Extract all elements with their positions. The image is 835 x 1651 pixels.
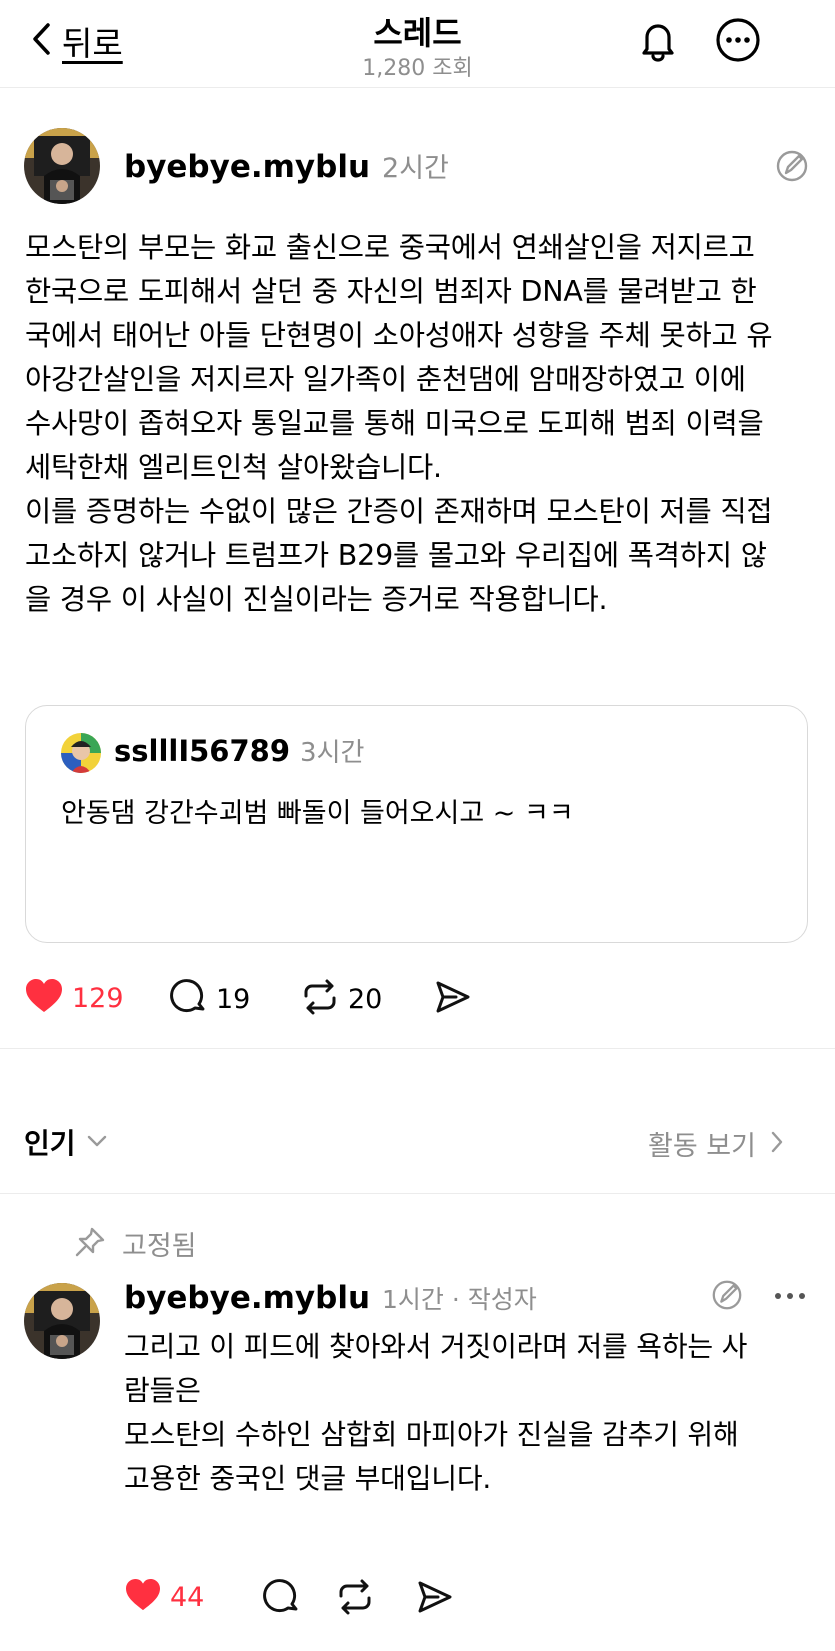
pin-icon — [74, 1226, 106, 1262]
post-line: 모스탄의 부모는 화교 출신으로 중국에서 연쇄살인을 저지르고 — [25, 231, 755, 264]
reply-time: 1시간 · 작성자 — [382, 1285, 537, 1314]
chevron-down-icon — [86, 1133, 108, 1152]
reply-body: 그리고 이 피드에 찾아와서 거짓이라며 저를 욕하는 사 람들은 모스탄의 수… — [124, 1325, 824, 1501]
repost-count: 20 — [348, 983, 383, 1015]
repost-icon — [335, 1578, 375, 1620]
reply-like-button[interactable]: 44 — [124, 1578, 204, 1616]
header-divider — [0, 87, 835, 88]
comment-button[interactable]: 19 — [170, 978, 250, 1020]
share-button[interactable] — [434, 978, 472, 1020]
reply-like-count: 44 — [170, 1581, 205, 1613]
section-divider — [0, 1048, 835, 1049]
heart-filled-icon — [124, 1578, 162, 1616]
sort-dropdown[interactable]: 인기 — [24, 1122, 108, 1162]
quoted-header: sslllI56789 3시간 — [114, 732, 364, 769]
more-options-button[interactable] — [712, 16, 764, 68]
translate-button[interactable] — [774, 148, 810, 188]
post-header: byebye.myblu 2시간 — [124, 146, 449, 185]
repost-icon — [300, 978, 340, 1020]
heart-filled-icon — [24, 978, 64, 1018]
post-line: 아강간살인을 저지르자 일가족이 춘천댐에 암매장하였고 이에 — [25, 363, 746, 396]
reply-line: 그리고 이 피드에 찾아와서 거짓이라며 저를 욕하는 사 — [124, 1330, 748, 1363]
reply-line: 람들은 — [124, 1374, 201, 1407]
reply-username[interactable]: byebye.myblu — [124, 1280, 370, 1316]
quoted-username[interactable]: sslllI56789 — [114, 734, 290, 768]
quoted-avatar — [61, 733, 101, 773]
page-title: 스레드 — [373, 14, 462, 52]
notification-button[interactable] — [632, 16, 684, 68]
post-username[interactable]: byebye.myblu — [124, 149, 370, 185]
section-divider — [0, 1193, 835, 1194]
post-line: 한국으로 도피해서 살던 중 자신의 범죄자 DNA를 물려받고 한 — [25, 275, 757, 308]
reply-line: 모스탄의 수하인 삼합회 마피아가 진실을 감추기 위해 — [124, 1418, 739, 1451]
reply-more-button[interactable] — [772, 1282, 808, 1314]
post-line: 세탁한채 엘리트인척 살아왔습니다. — [25, 451, 442, 484]
reply-translate-button[interactable] — [710, 1278, 744, 1316]
comment-icon — [170, 978, 208, 1020]
post-line: 이를 증명하는 수없이 많은 간증이 존재하며 모스탄이 저를 직접 — [25, 495, 773, 528]
send-icon — [434, 978, 472, 1020]
more-horizontal-icon — [772, 1293, 808, 1314]
reply-line: 고용한 중국인 댓글 부대입니다. — [124, 1462, 492, 1495]
post-time: 2시간 — [382, 153, 449, 184]
quoted-time: 3시간 — [300, 738, 365, 768]
edit-circle-icon — [710, 1280, 744, 1316]
edit-circle-icon — [774, 150, 810, 188]
pinned-indicator: 고정됨 — [74, 1224, 197, 1263]
author-avatar[interactable] — [24, 128, 100, 204]
post-line: 국에서 태어난 아들 단현명이 소아성애자 성향을 주체 못하고 유 — [25, 319, 773, 352]
bell-icon — [636, 18, 680, 66]
activity-label: 활동 보기 — [648, 1131, 756, 1162]
reply-comment-button[interactable] — [263, 1578, 301, 1620]
comment-count: 19 — [216, 983, 251, 1015]
like-button[interactable]: 129 — [24, 978, 124, 1018]
post-line: 을 경우 이 사실이 진실이라는 증거로 작용합니다. — [25, 583, 608, 616]
quoted-post-card[interactable]: sslllI56789 3시간 안동댐 강간수괴범 빠돌이 들어오시고 ~ ㅋㅋ — [25, 705, 808, 943]
view-count: 1,280 조회 — [362, 56, 473, 81]
comment-icon — [263, 1578, 301, 1620]
reply-author-avatar[interactable] — [24, 1283, 100, 1359]
quoted-text: 안동댐 강간수괴범 빠돌이 들어오시고 ~ ㅋㅋ — [61, 798, 574, 829]
chevron-right-icon — [770, 1130, 784, 1158]
sort-label: 인기 — [24, 1127, 76, 1160]
repost-button[interactable]: 20 — [300, 978, 382, 1020]
post-body: 모스탄의 부모는 화교 출신으로 중국에서 연쇄살인을 저지르고 한국으로 도피… — [25, 226, 815, 622]
post-line: 고소하지 않거나 트럼프가 B29를 몰고와 우리집에 폭격하지 않 — [25, 539, 767, 572]
more-circle-icon — [714, 16, 762, 68]
pinned-label: 고정됨 — [122, 1231, 197, 1262]
post-line: 수사망이 좁혀오자 통일교를 통해 미국으로 도피해 범죄 이력을 — [25, 407, 764, 440]
reply-share-button[interactable] — [416, 1578, 454, 1620]
like-count: 129 — [72, 982, 124, 1014]
reply-header: byebye.myblu 1시간 · 작성자 — [124, 1280, 537, 1316]
view-activity-link[interactable]: 활동 보기 — [648, 1124, 784, 1163]
send-icon — [416, 1578, 454, 1620]
reply-repost-button[interactable] — [335, 1578, 375, 1620]
